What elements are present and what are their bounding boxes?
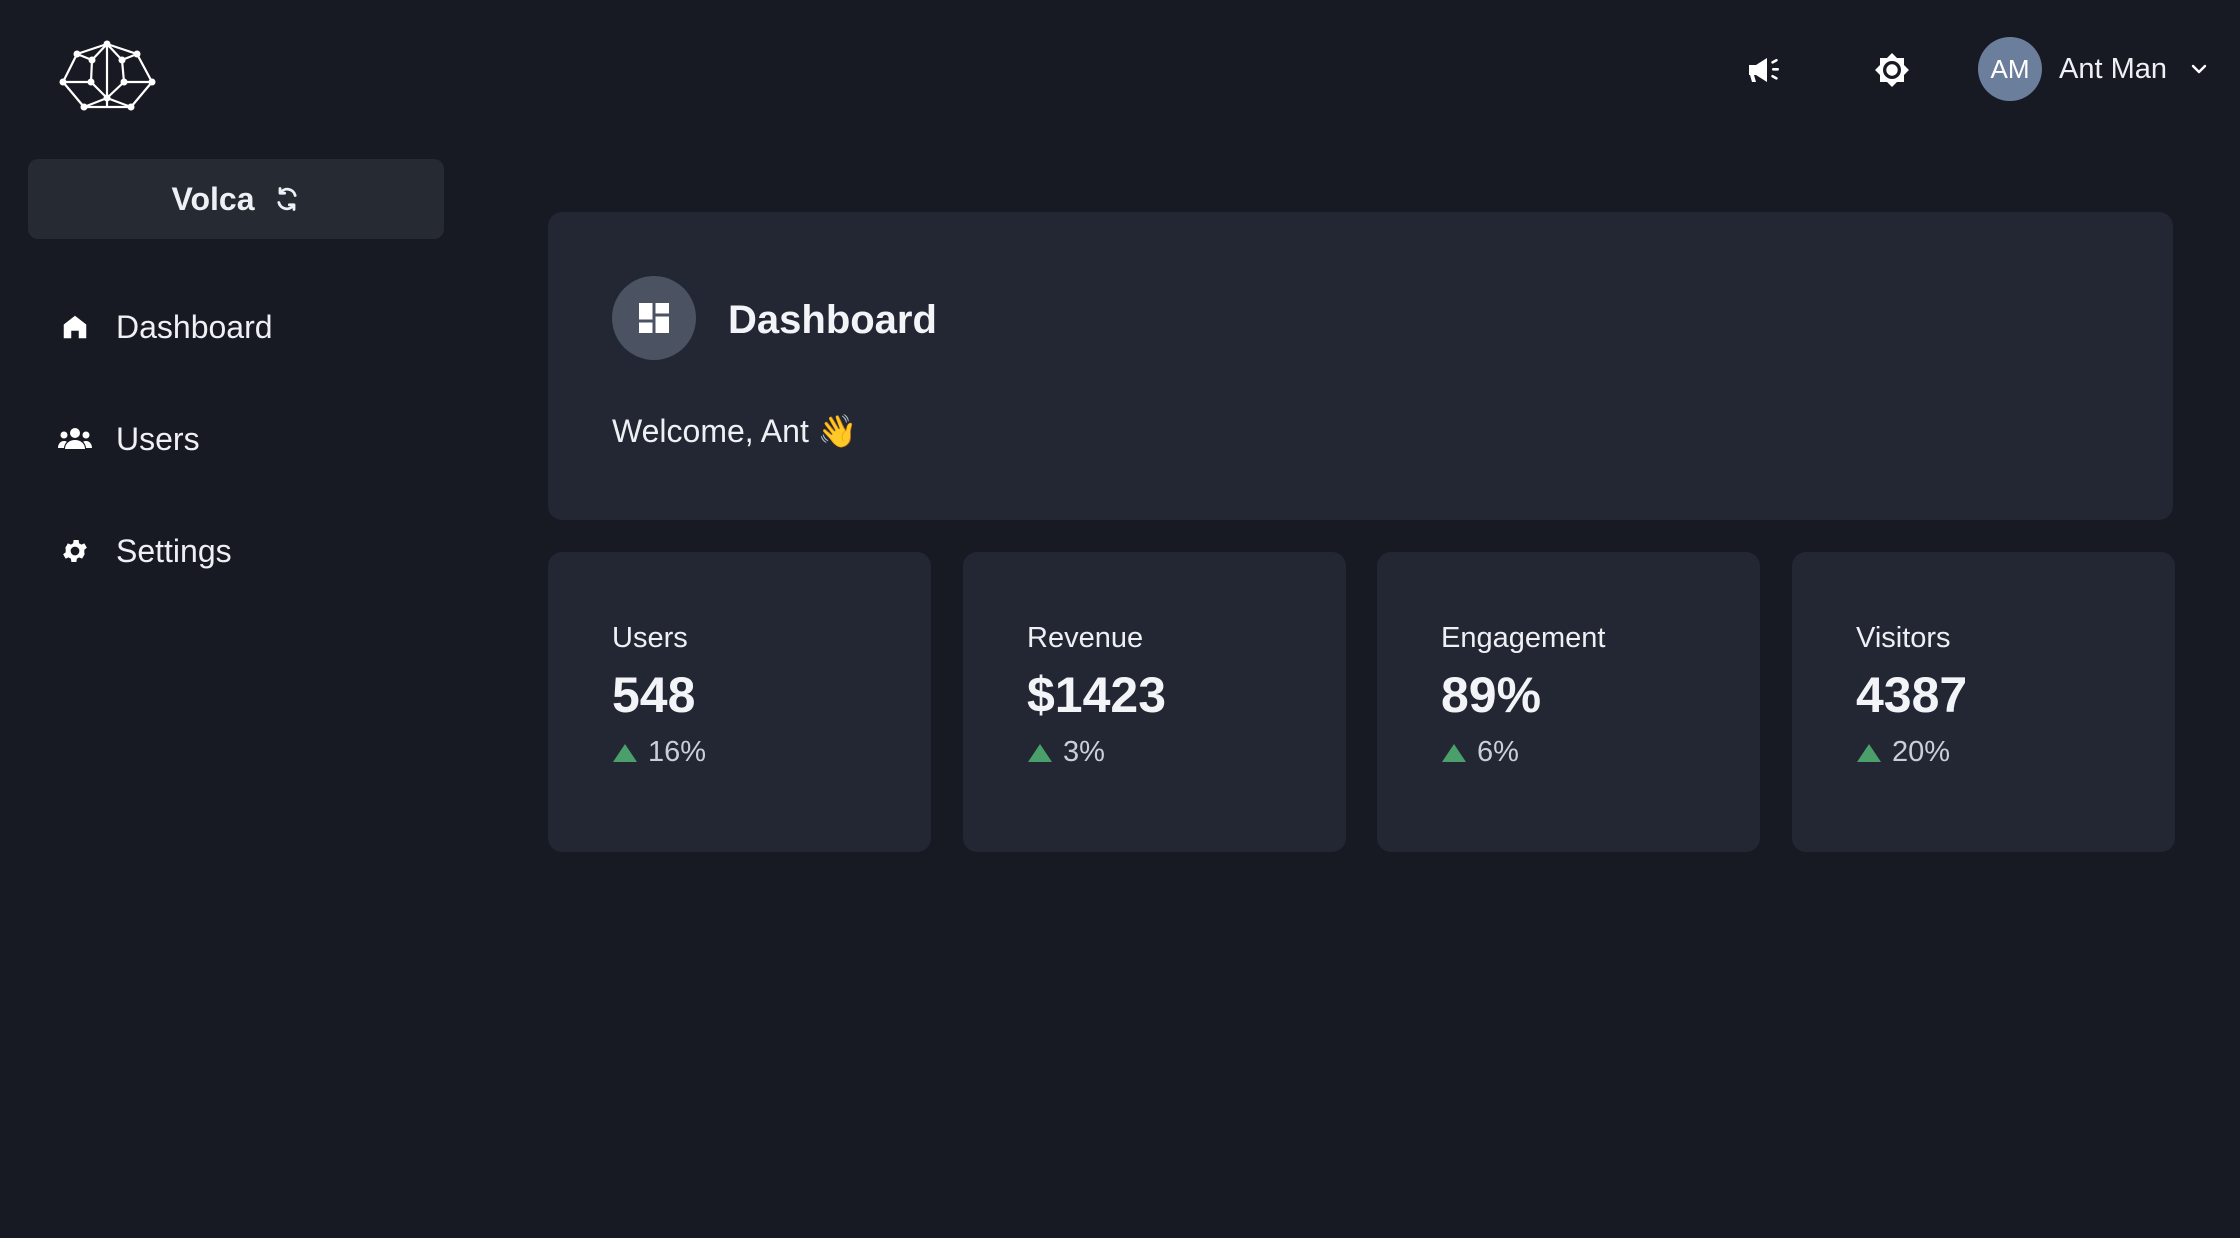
stat-value: 548 [612,667,696,723]
trend-up-icon [1856,742,1882,764]
stat-value: 4387 [1856,667,1968,723]
stat-value: 89% [1441,667,1542,723]
stat-value: $1423 [1027,667,1167,723]
sidebar-item-settings[interactable]: Settings [28,516,444,586]
megaphone-icon[interactable] [1744,50,1784,90]
home-icon [55,307,95,347]
stat-change-value: 3% [1063,736,1105,768]
trend-up-icon [612,742,638,764]
sidebar-item-dashboard[interactable]: Dashboard [28,292,444,362]
web-logo-icon[interactable] [58,40,156,114]
dashboard-icon [612,276,696,360]
stat-card-revenue: Revenue $1423 3% [963,552,1346,852]
stat-change-value: 20% [1892,736,1951,768]
brightness-icon[interactable] [1872,50,1912,90]
sidebar-item-label: Users [116,420,200,457]
stat-change: 20% [1856,736,1950,769]
sync-icon [273,185,301,213]
stat-label: Users [612,622,688,654]
users-icon [55,419,95,459]
stat-change-value: 6% [1477,736,1519,768]
chevron-down-icon [2189,59,2209,79]
workspace-switcher-button[interactable]: Volca [28,159,444,239]
trend-up-icon [1441,742,1467,764]
stat-card-engagement: Engagement 89% 6% [1377,552,1760,852]
sidebar-item-label: Dashboard [116,308,273,345]
stat-change: 6% [1441,736,1519,769]
trend-up-icon [1027,742,1053,764]
user-name: Ant Man [2059,52,2167,85]
app: Volca Dashboard Users Settings AM Ant Ma… [0,0,2240,1238]
workspace-name: Volca [171,180,255,217]
welcome-message: Welcome, Ant 👋 [612,413,858,449]
stat-label: Visitors [1856,622,1951,654]
avatar: AM [1978,37,2042,101]
stat-change: 16% [612,736,706,769]
welcome-card: Dashboard Welcome, Ant 👋 [548,212,2173,520]
stat-label: Revenue [1027,622,1144,654]
stat-change: 3% [1027,736,1105,769]
sidebar-item-label: Settings [116,532,232,569]
user-menu[interactable]: AM Ant Man [1978,37,2209,101]
stat-card-visitors: Visitors 4387 20% [1792,552,2175,852]
stat-card-users: Users 548 16% [548,552,931,852]
page-title: Dashboard [728,298,937,342]
stat-change-value: 16% [648,736,707,768]
sidebar-item-users[interactable]: Users [28,404,444,474]
stat-label: Engagement [1441,622,1606,654]
gear-icon [55,531,95,571]
